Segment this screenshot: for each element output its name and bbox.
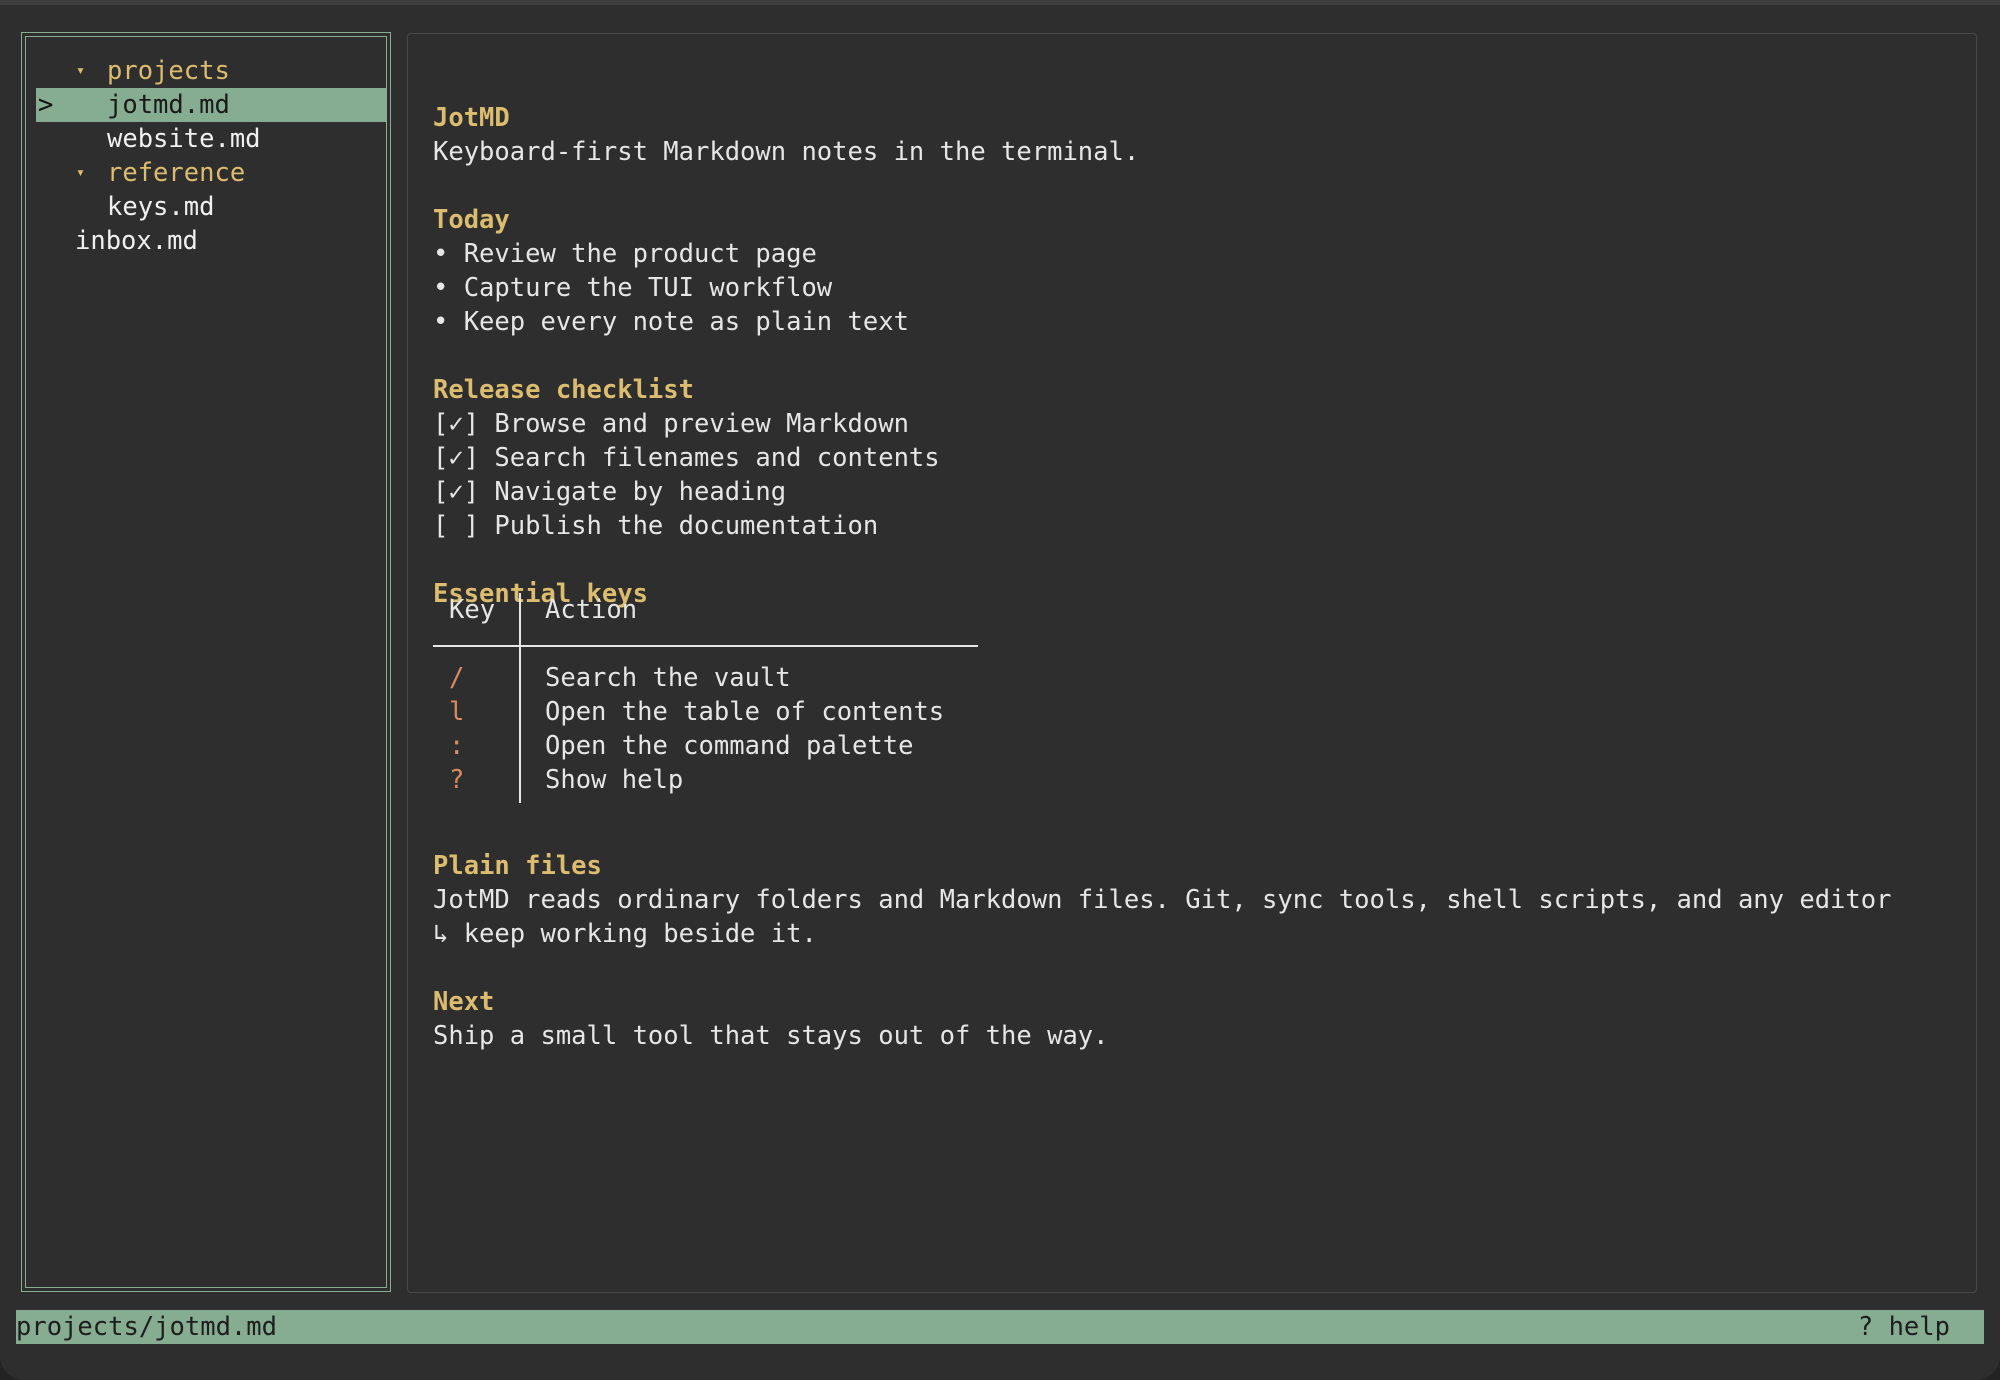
checklist-item: [ ] Publish the documentation	[433, 511, 879, 541]
table-key-cell: :	[449, 731, 465, 761]
heading-release-checklist: Release checklist	[433, 375, 694, 405]
tree-folder-projects[interactable]: ▾ projects	[36, 54, 386, 88]
checklist-item: [✓] Search filenames and contents	[433, 443, 940, 473]
table-action-cell: Search the vault	[545, 663, 791, 693]
chevron-down-icon: ▾	[76, 61, 86, 79]
checklist-item: [✓] Navigate by heading	[433, 477, 787, 507]
heading-next: Next	[433, 987, 495, 1017]
list-item: • Keep every note as plain text	[433, 307, 909, 337]
tree-item-label: website.md	[107, 124, 261, 154]
list-item: • Capture the TUI workflow	[433, 273, 833, 303]
table-action-cell: Show help	[545, 765, 684, 795]
tree-file-inbox[interactable]: inbox.md	[36, 224, 386, 258]
file-tree-inner-border: ▾ projects > jotmd.md website.md ▾ refer…	[25, 36, 387, 1288]
tree-item-label: inbox.md	[75, 226, 198, 256]
tree-file-jotmd[interactable]: > jotmd.md	[36, 88, 386, 122]
tree-item-label: projects	[107, 56, 230, 86]
heading-today: Today	[433, 205, 510, 235]
table-column-divider	[519, 593, 521, 803]
file-tree-panel: ▾ projects > jotmd.md website.md ▾ refer…	[21, 32, 391, 1292]
tree-item-label: reference	[107, 158, 246, 188]
tree-file-keys[interactable]: keys.md	[36, 190, 386, 224]
status-current-path: projects/jotmd.md	[16, 1312, 277, 1342]
selection-marker: >	[38, 90, 54, 120]
tree-folder-reference[interactable]: ▾ reference	[36, 156, 386, 190]
table-header-divider	[433, 645, 978, 647]
list-item: • Review the product page	[433, 239, 817, 269]
window-top-border	[0, 0, 2000, 5]
table-header-action: Action	[545, 595, 638, 625]
status-help-hint[interactable]: ? help	[1858, 1310, 1950, 1344]
checklist-item: [✓] Browse and preview Markdown	[433, 409, 909, 439]
tree-item-label: jotmd.md	[107, 90, 230, 120]
table-key-cell: l	[449, 697, 465, 727]
paragraph-line: JotMD reads ordinary folders and Markdow…	[433, 885, 1892, 915]
table-key-cell: /	[449, 663, 465, 693]
doc-tagline: Keyboard-first Markdown notes in the ter…	[433, 137, 1140, 167]
doc-title: JotMD	[433, 103, 510, 133]
table-header-key: Key	[449, 595, 496, 625]
chevron-down-icon: ▾	[76, 163, 86, 181]
status-bar: projects/jotmd.md ? help	[16, 1310, 1984, 1344]
table-action-cell: Open the table of contents	[545, 697, 945, 727]
tree-item-label: keys.md	[107, 192, 215, 222]
paragraph-line: Ship a small tool that stays out of the …	[433, 1021, 1109, 1051]
markdown-preview-pane[interactable]: JotMD Keyboard-first Markdown notes in t…	[407, 33, 1977, 1293]
paragraph-wrap-line: ↳ keep working beside it.	[433, 919, 817, 949]
keys-table: Key Action / Search the vault l Open the…	[433, 593, 978, 803]
terminal-window: ▾ projects > jotmd.md website.md ▾ refer…	[0, 0, 2000, 1380]
tree-file-website[interactable]: website.md	[36, 122, 386, 156]
heading-plain-files: Plain files	[433, 851, 602, 881]
table-action-cell: Open the command palette	[545, 731, 914, 761]
table-key-cell: ?	[449, 765, 465, 795]
